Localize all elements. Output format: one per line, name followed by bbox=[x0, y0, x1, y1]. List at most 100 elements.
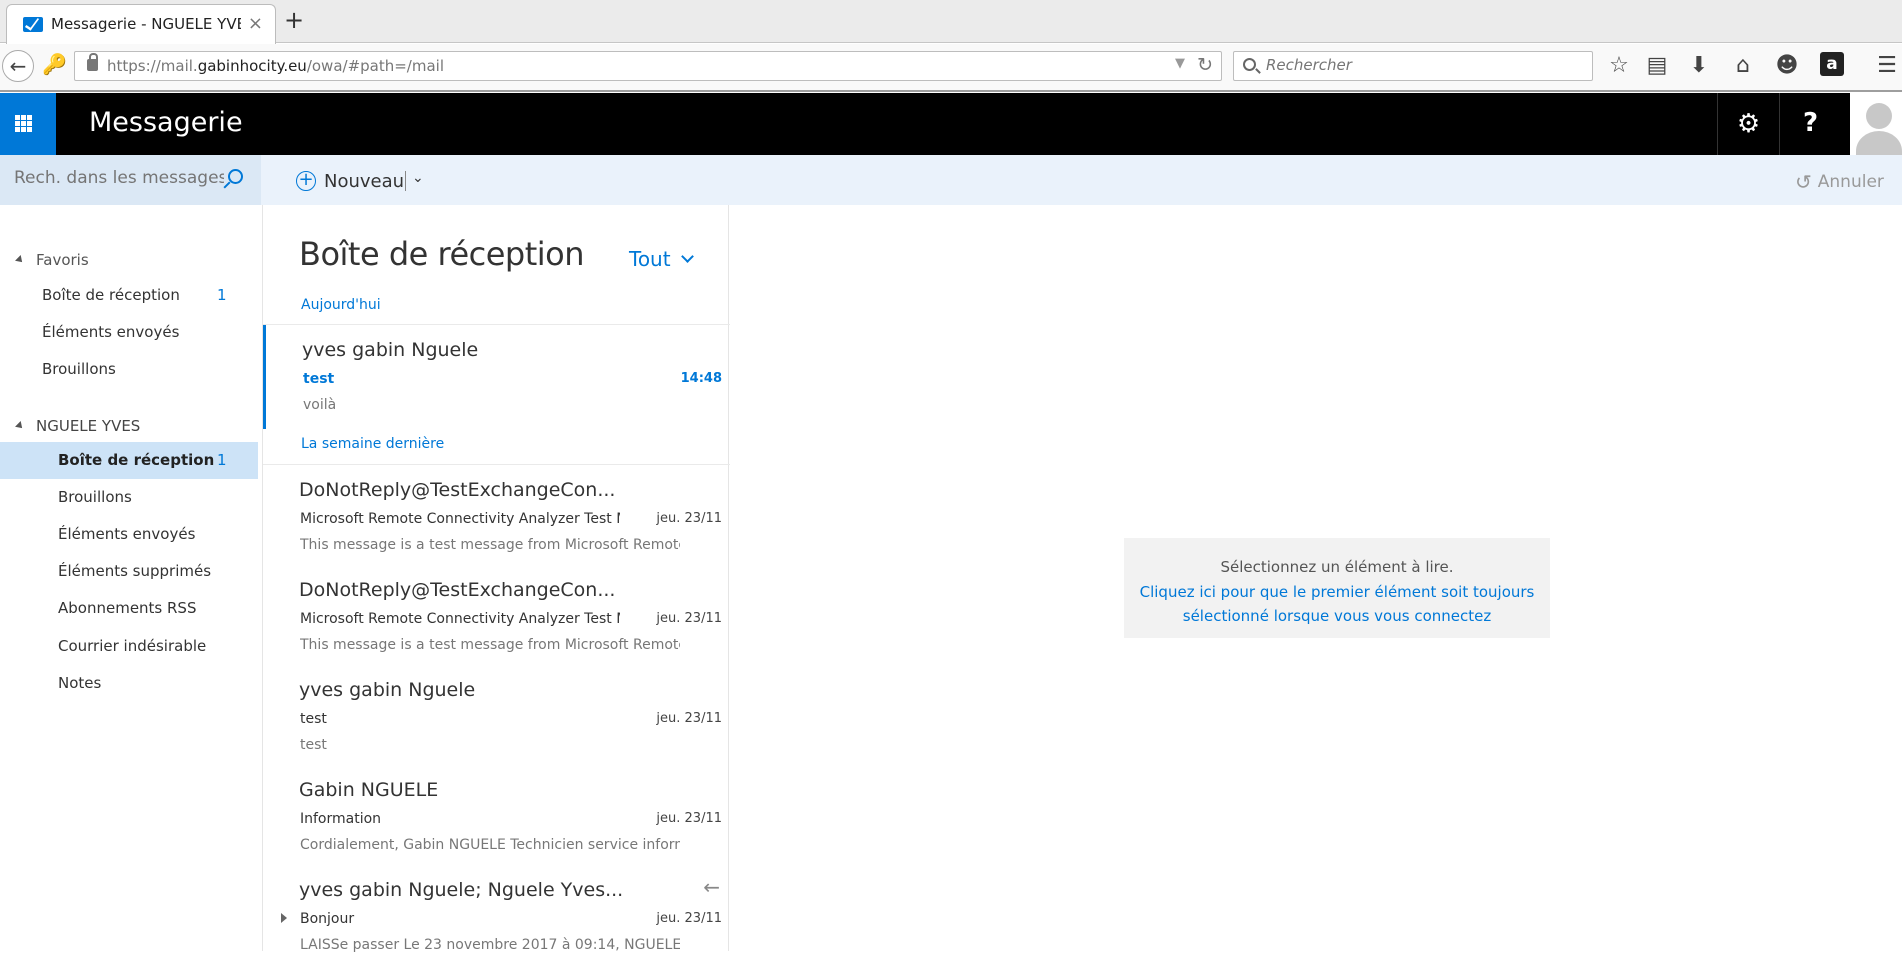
home-icon[interactable]: ⌂ bbox=[1730, 53, 1756, 78]
lock-icon bbox=[87, 53, 98, 71]
command-bar: + Nouveau ⌄ ↺ Annuler bbox=[0, 155, 1902, 205]
folder-item-notes[interactable]: Notes bbox=[0, 665, 258, 702]
new-message-label: Nouveau bbox=[324, 170, 405, 192]
browser-tab[interactable]: Messagerie - NGUELE YVE... × bbox=[6, 4, 276, 44]
tab-title: Messagerie - NGUELE YVE... bbox=[51, 15, 241, 33]
folder-item-inbox[interactable]: Boîte de réception 1 bbox=[0, 442, 258, 479]
back-button[interactable]: ← bbox=[2, 50, 34, 82]
auto-select-link[interactable]: Cliquez ici pour que le premier élément … bbox=[1124, 580, 1550, 628]
message-preview: This message is a test message from Micr… bbox=[300, 637, 680, 653]
search-icon[interactable] bbox=[228, 169, 243, 184]
unread-count: 1 bbox=[217, 286, 227, 304]
message-sender: yves gabin Nguele bbox=[302, 339, 479, 361]
new-tab-button[interactable]: + bbox=[284, 6, 304, 34]
plus-circle-icon: + bbox=[296, 171, 316, 191]
message-date: jeu. 23/11 bbox=[656, 811, 722, 826]
undo-icon: ↺ bbox=[1795, 170, 1812, 194]
message-item[interactable]: DoNotReply@TestExchangeCon... Microsoft … bbox=[263, 565, 730, 665]
folder-pane: Favoris Boîte de réception 1 Éléments en… bbox=[0, 205, 262, 951]
message-date: jeu. 23/11 bbox=[656, 711, 722, 726]
app-title: Messagerie bbox=[89, 107, 243, 138]
message-subject: test bbox=[300, 711, 327, 727]
account-group-header[interactable]: NGUELE YVES bbox=[15, 417, 140, 435]
mail-search-input[interactable] bbox=[14, 168, 224, 188]
message-date: jeu. 23/11 bbox=[656, 911, 722, 926]
message-preview: Cordialement, Gabin NGUELE Technicien se… bbox=[300, 837, 680, 853]
message-subject: Information bbox=[300, 811, 382, 827]
url-bar[interactable]: https://mail.gabinhocity.eu/owa/#path=/m… bbox=[74, 51, 1222, 81]
folder-item-deleted[interactable]: Éléments supprimés bbox=[0, 553, 258, 590]
empty-reading-message: Sélectionnez un élément à lire. Cliquez … bbox=[1124, 538, 1550, 638]
message-list-pane: Boîte de réception Tout Aujourd'hui yves… bbox=[262, 205, 730, 953]
collapse-triangle-icon bbox=[15, 255, 25, 265]
mail-icon bbox=[23, 17, 43, 32]
new-message-button[interactable]: + Nouveau bbox=[296, 168, 404, 194]
menu-icon[interactable]: ☰ bbox=[1874, 53, 1900, 78]
page-title: Boîte de réception bbox=[299, 235, 585, 273]
reload-icon[interactable]: ↻ bbox=[1197, 54, 1213, 76]
folder-item-junk[interactable]: Courrier indésirable bbox=[0, 628, 258, 665]
divider bbox=[405, 171, 406, 191]
app-launcher-icon[interactable] bbox=[0, 93, 56, 155]
mail-search-box[interactable] bbox=[0, 155, 261, 205]
download-icon[interactable]: ⬇ bbox=[1686, 53, 1712, 78]
undo-label: Annuler bbox=[1817, 172, 1884, 192]
search-icon bbox=[1243, 58, 1256, 71]
expand-conversation-icon[interactable] bbox=[281, 913, 287, 923]
reading-list-icon[interactable]: ▤ bbox=[1644, 53, 1670, 78]
reply-icon: ← bbox=[703, 875, 720, 899]
gear-icon: ⚙ bbox=[1736, 109, 1761, 139]
favorite-item-inbox[interactable]: Boîte de réception 1 bbox=[0, 277, 258, 314]
message-item[interactable]: Gabin NGUELE Information jeu. 23/11 Cord… bbox=[263, 765, 730, 865]
browser-search-box[interactable] bbox=[1233, 51, 1593, 81]
avatar[interactable] bbox=[1850, 93, 1902, 155]
filter-dropdown[interactable]: Tout bbox=[629, 247, 694, 271]
message-date: jeu. 23/11 bbox=[656, 511, 722, 526]
message-sender: DoNotReply@TestExchangeCon... bbox=[299, 479, 616, 501]
user-icon bbox=[1866, 103, 1892, 129]
bookmark-star-icon[interactable]: ☆ bbox=[1606, 53, 1632, 78]
settings-button[interactable]: ⚙ bbox=[1717, 93, 1779, 155]
undo-button[interactable]: ↺ Annuler bbox=[1795, 170, 1884, 194]
message-preview: test bbox=[300, 737, 327, 753]
message-subject: Bonjour bbox=[300, 911, 355, 927]
message-preview: This message is a test message from Micr… bbox=[300, 537, 680, 553]
folder-item-rss[interactable]: Abonnements RSS bbox=[0, 590, 258, 627]
url-dropdown-icon[interactable]: ▼ bbox=[1175, 56, 1185, 71]
message-sender: DoNotReply@TestExchangeCon... bbox=[299, 579, 616, 601]
folder-item-drafts[interactable]: Brouillons bbox=[0, 479, 258, 516]
browser-search-input[interactable] bbox=[1266, 56, 1576, 74]
message-item[interactable]: DoNotReply@TestExchangeCon... Microsoft … bbox=[263, 465, 730, 565]
reading-pane: Sélectionnez un élément à lire. Cliquez … bbox=[730, 205, 1902, 951]
message-item[interactable]: yves gabin Nguele test 14:48 voilà bbox=[263, 325, 730, 429]
message-date: 14:48 bbox=[680, 371, 722, 386]
message-item[interactable]: yves gabin Nguele test jeu. 23/11 test bbox=[263, 665, 730, 765]
message-subject: Microsoft Remote Connectivity Analyzer T… bbox=[300, 611, 620, 627]
message-sender: yves gabin Nguele; Nguele Yves... bbox=[299, 879, 624, 901]
chevron-down-icon[interactable]: ⌄ bbox=[412, 170, 424, 186]
chevron-down-icon bbox=[680, 250, 694, 263]
select-item-text: Sélectionnez un élément à lire. bbox=[1220, 558, 1454, 576]
message-preview: voilà bbox=[303, 397, 337, 413]
help-icon: ? bbox=[1802, 108, 1819, 138]
arrow-left-icon: ← bbox=[9, 54, 27, 78]
section-header-last-week: La semaine dernière bbox=[301, 436, 445, 452]
app-header: Messagerie ⚙ ? bbox=[0, 93, 1902, 155]
key-icon[interactable]: 🔑 bbox=[42, 52, 67, 76]
browser-tab-bar: Messagerie - NGUELE YVE... × + bbox=[0, 0, 1902, 44]
amazon-icon[interactable]: a bbox=[1820, 52, 1844, 76]
folder-item-sent[interactable]: Éléments envoyés bbox=[0, 516, 258, 553]
favorite-item-sent[interactable]: Éléments envoyés bbox=[0, 314, 258, 351]
browser-nav-bar: ← 🔑 https://mail.gabinhocity.eu/owa/#pat… bbox=[0, 44, 1902, 92]
favorite-item-drafts[interactable]: Brouillons bbox=[0, 351, 258, 388]
favorites-group-header[interactable]: Favoris bbox=[15, 251, 89, 269]
message-subject: Microsoft Remote Connectivity Analyzer T… bbox=[300, 511, 620, 527]
section-header-today: Aujourd'hui bbox=[301, 297, 381, 313]
message-sender: Gabin NGUELE bbox=[299, 779, 439, 801]
help-button[interactable]: ? bbox=[1779, 93, 1841, 155]
close-tab-icon[interactable]: × bbox=[248, 13, 263, 34]
message-date: jeu. 23/11 bbox=[656, 611, 722, 626]
chat-icon[interactable]: ☻ bbox=[1774, 53, 1800, 78]
message-sender: yves gabin Nguele bbox=[299, 679, 476, 701]
message-item[interactable]: yves gabin Nguele; Nguele Yves... ← Bonj… bbox=[263, 865, 730, 965]
